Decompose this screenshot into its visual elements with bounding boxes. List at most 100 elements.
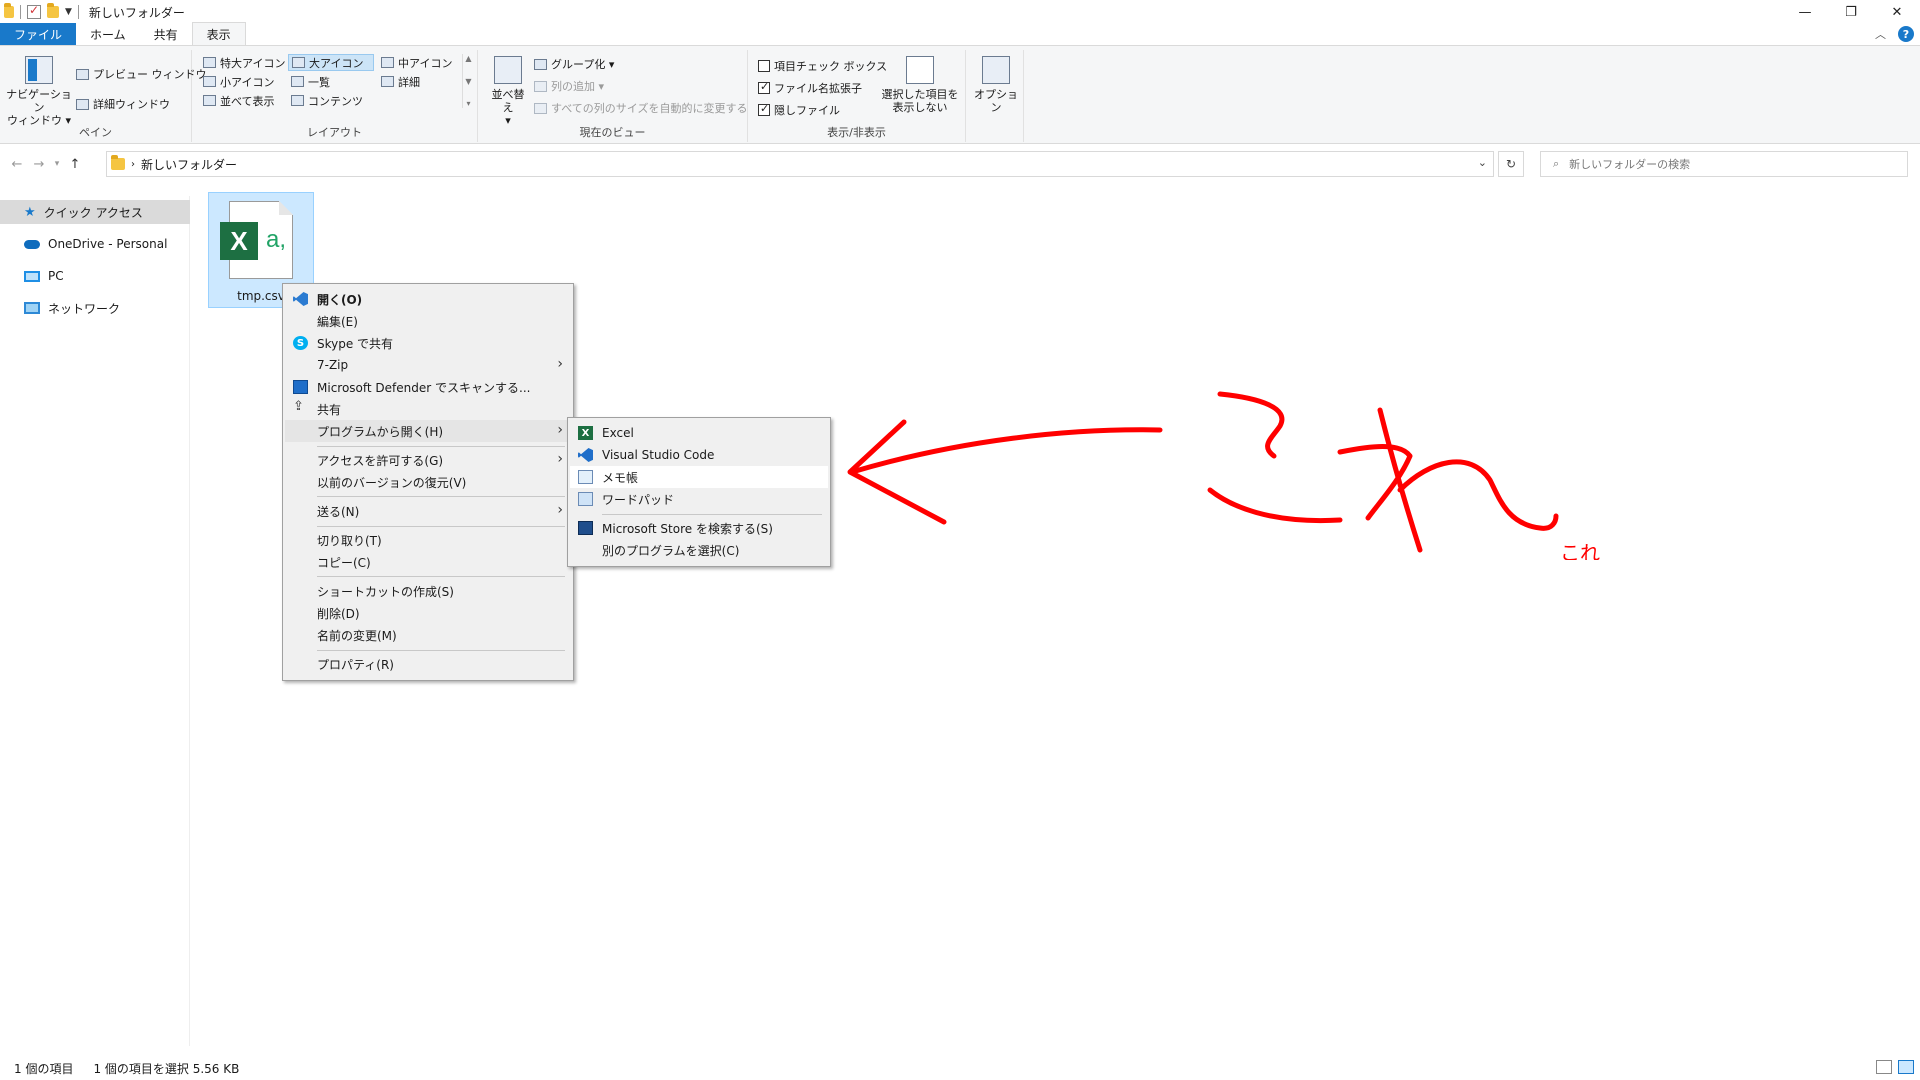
size-all-columns-button[interactable]: すべての列のサイズを自動的に変更する bbox=[534, 100, 747, 116]
layout-extra-large-icons[interactable]: 特大アイコン bbox=[200, 54, 288, 71]
group-by-button[interactable]: グループ化 ▾ bbox=[534, 56, 614, 72]
sidebar-item-network[interactable]: ネットワーク bbox=[0, 296, 190, 320]
excel-icon: X bbox=[220, 222, 258, 260]
menu-item-give-access[interactable]: アクセスを許可する(G) › bbox=[285, 449, 571, 471]
tab-view[interactable]: 表示 bbox=[191, 22, 246, 45]
sidebar-item-pc[interactable]: PC bbox=[0, 264, 190, 288]
layout-label: 小アイコン bbox=[220, 75, 275, 89]
open-with-store[interactable]: Microsoft Store を検索する(S) bbox=[570, 517, 828, 539]
layout-gallery-scroll[interactable]: ▲ ▼ ▾ bbox=[462, 54, 474, 108]
menu-item-7zip[interactable]: 7-Zip › bbox=[285, 354, 571, 376]
breadcrumb-separator-icon[interactable]: › bbox=[131, 159, 135, 170]
file-extensions-checkbox[interactable] bbox=[758, 80, 770, 94]
layout-tiles[interactable]: 並べて表示 bbox=[200, 92, 278, 109]
forward-arrow-icon[interactable]: → bbox=[28, 157, 50, 172]
customize-qat-chevron-down-icon[interactable]: ▼ bbox=[65, 7, 72, 17]
close-button[interactable]: ✕ bbox=[1874, 0, 1920, 24]
help-icon[interactable]: ? bbox=[1898, 26, 1914, 42]
scroll-down-icon[interactable]: ▼ bbox=[465, 77, 471, 86]
add-columns-label: 列の追加 ▾ bbox=[551, 80, 605, 93]
menu-item-defender-scan[interactable]: Microsoft Defender でスキャンする... bbox=[285, 376, 571, 398]
layout-content[interactable]: コンテンツ bbox=[288, 92, 366, 109]
menu-item-properties[interactable]: プロパティ(R) bbox=[285, 653, 571, 675]
menu-item-label: 共有 bbox=[317, 402, 342, 417]
details-pane-button[interactable]: 詳細ウィンドウ bbox=[76, 96, 170, 112]
layout-list[interactable]: 一覧 bbox=[288, 73, 333, 90]
navigation-pane-label-1: ナビゲーション bbox=[6, 88, 72, 114]
menu-item-restore-versions[interactable]: 以前のバージョンの復元(V) bbox=[285, 471, 571, 493]
properties-icon[interactable] bbox=[27, 3, 41, 19]
menu-item-cut[interactable]: 切り取り(T) bbox=[285, 529, 571, 551]
open-with-submenu: X Excel Visual Studio Code メモ帳 ワードパッド Mi… bbox=[567, 417, 831, 567]
breadcrumb[interactable]: 新しいフォルダー bbox=[141, 156, 237, 173]
tiles-icon bbox=[203, 95, 216, 106]
menu-item-skype-share[interactable]: S Skype で共有 bbox=[285, 332, 571, 354]
annotation-re-cross bbox=[1337, 444, 1413, 521]
add-columns-button[interactable]: 列の追加 ▾ bbox=[534, 78, 604, 94]
group-label-current-view: 現在のビュー bbox=[579, 126, 646, 139]
item-checkboxes-checkbox[interactable] bbox=[758, 60, 770, 72]
tab-share[interactable]: 共有 bbox=[140, 23, 192, 45]
minimize-button[interactable]: — bbox=[1782, 0, 1828, 24]
restore-button[interactable]: ❐ bbox=[1828, 0, 1874, 24]
open-with-notepad[interactable]: メモ帳 bbox=[570, 466, 828, 488]
menu-item-send-to[interactable]: 送る(N) › bbox=[285, 500, 571, 522]
menu-item-open[interactable]: 開く(O) bbox=[285, 288, 571, 310]
expand-gallery-icon[interactable]: ▾ bbox=[466, 99, 470, 108]
sort-button[interactable]: 並べ替え ▾ bbox=[488, 56, 528, 127]
submenu-chevron-right-icon: › bbox=[557, 502, 563, 518]
file-extensions-toggle[interactable]: ファイル名拡張子 bbox=[758, 80, 862, 96]
layout-medium-icons[interactable]: 中アイコン bbox=[378, 54, 455, 71]
large-icons-view-icon[interactable] bbox=[1898, 1060, 1914, 1074]
layout-small-icons[interactable]: 小アイコン bbox=[200, 73, 277, 90]
size-columns-icon bbox=[534, 102, 547, 114]
menu-item-copy[interactable]: コピー(C) bbox=[285, 551, 571, 573]
tabs-right: ︿ ? bbox=[1875, 26, 1914, 42]
hide-selected-button[interactable]: 選択した項目を 表示しない bbox=[880, 56, 960, 114]
layout-label: 特大アイコン bbox=[220, 56, 286, 70]
menu-item-create-shortcut[interactable]: ショートカットの作成(S) bbox=[285, 580, 571, 602]
tab-file[interactable]: ファイル bbox=[0, 23, 77, 45]
layout-details[interactable]: 詳細 bbox=[378, 73, 423, 90]
search-box[interactable]: ⌕ 新しいフォルダーの検索 bbox=[1540, 151, 1908, 177]
menu-separator bbox=[317, 496, 565, 497]
menu-item-rename[interactable]: 名前の変更(M) bbox=[285, 624, 571, 646]
open-with-excel[interactable]: X Excel bbox=[570, 422, 828, 444]
menu-item-open-with[interactable]: プログラムから開く(H) › bbox=[285, 420, 571, 442]
navigation-bar: ← → ▾ ↑ › 新しいフォルダー ⌄ ↻ ⌕ 新しいフォルダーの検索 bbox=[0, 148, 1920, 180]
menu-item-edit[interactable]: 編集(E) bbox=[285, 310, 571, 332]
refresh-button[interactable]: ↻ bbox=[1498, 151, 1524, 177]
menu-item-share[interactable]: ⇪ 共有 bbox=[285, 398, 571, 420]
scroll-up-icon[interactable]: ▲ bbox=[465, 54, 471, 63]
address-bar[interactable]: › 新しいフォルダー ⌄ bbox=[106, 151, 1494, 177]
details-view-icon[interactable] bbox=[1876, 1060, 1892, 1074]
hidden-items-checkbox[interactable] bbox=[758, 102, 770, 116]
item-checkboxes-toggle[interactable]: 項目チェック ボックス bbox=[758, 58, 887, 74]
microsoft-store-icon bbox=[578, 521, 593, 535]
hidden-items-toggle[interactable]: 隠しファイル bbox=[758, 102, 840, 118]
navigation-pane-button[interactable]: ナビゲーション ウィンドウ ▾ bbox=[6, 56, 72, 127]
search-input[interactable]: 新しいフォルダーの検索 bbox=[1569, 156, 1690, 172]
menu-separator bbox=[317, 526, 565, 527]
layout-large-icons[interactable]: 大アイコン bbox=[288, 54, 374, 71]
tab-home[interactable]: ホーム bbox=[76, 23, 140, 45]
preview-pane-button[interactable]: プレビュー ウィンドウ bbox=[76, 66, 207, 82]
menu-item-label: プログラムから開く(H) bbox=[317, 424, 444, 439]
open-with-choose-another[interactable]: 別のプログラムを選択(C) bbox=[570, 539, 828, 561]
item-checkboxes-label: 項目チェック ボックス bbox=[774, 60, 888, 73]
collapse-ribbon-chevron-up-icon[interactable]: ︿ bbox=[1875, 26, 1886, 42]
layout-label: コンテンツ bbox=[308, 94, 363, 108]
options-button[interactable]: オプション bbox=[972, 56, 1020, 114]
title-bar: ▼ 新しいフォルダー — ❐ ✕ bbox=[0, 0, 1920, 24]
menu-item-delete[interactable]: 削除(D) bbox=[285, 602, 571, 624]
menu-item-label: 開く(O) bbox=[317, 292, 363, 307]
recent-chevron-down-icon[interactable]: ▾ bbox=[50, 159, 64, 169]
new-folder-icon[interactable] bbox=[47, 3, 59, 18]
open-with-wordpad[interactable]: ワードパッド bbox=[570, 488, 828, 510]
sidebar-item-onedrive[interactable]: OneDrive - Personal bbox=[0, 232, 190, 256]
back-arrow-icon[interactable]: ← bbox=[6, 157, 28, 172]
sidebar-item-quick-access[interactable]: ★ クイック アクセス bbox=[0, 200, 190, 224]
open-with-vscode[interactable]: Visual Studio Code bbox=[570, 444, 828, 466]
up-arrow-icon[interactable]: ↑ bbox=[64, 157, 86, 172]
address-chevron-down-icon[interactable]: ⌄ bbox=[1478, 156, 1487, 169]
